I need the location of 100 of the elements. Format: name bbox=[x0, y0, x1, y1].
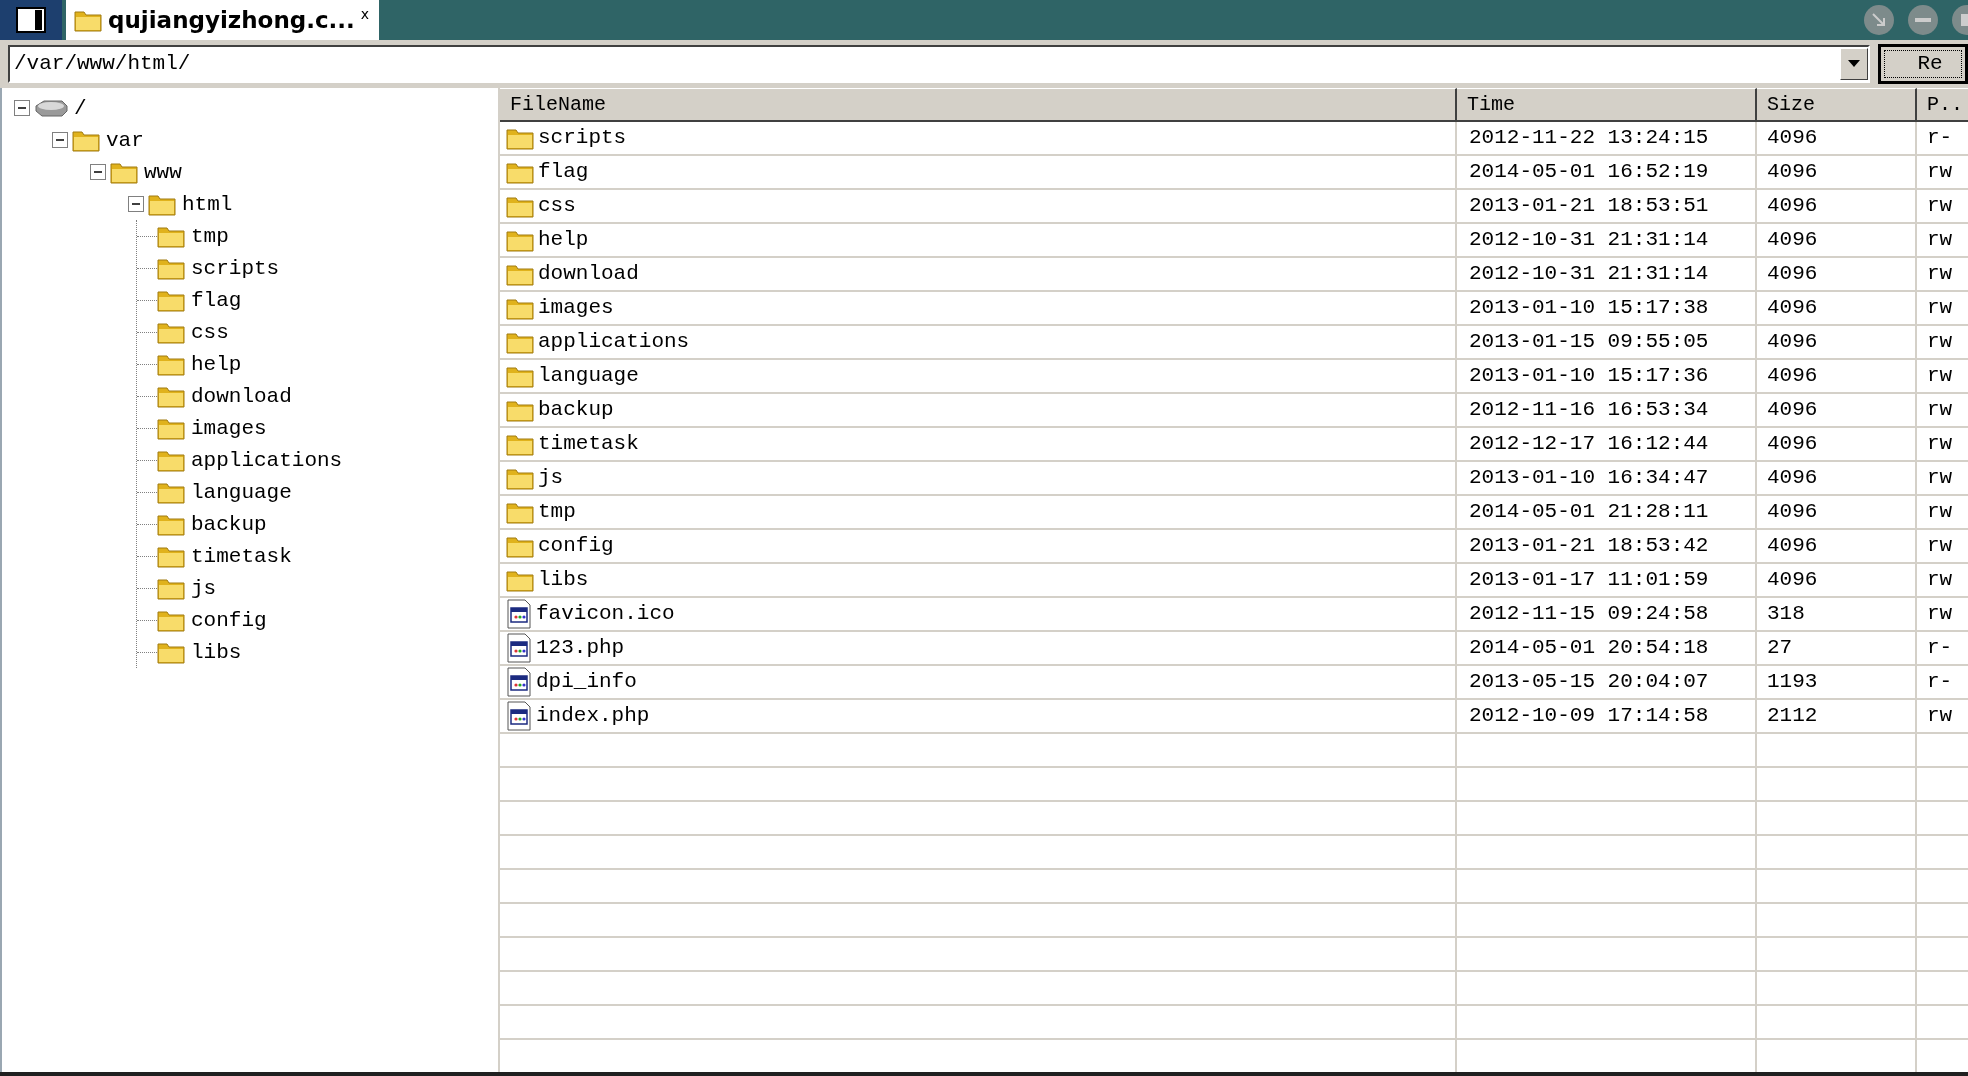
file-name[interactable]: timetask bbox=[538, 428, 639, 460]
time-cell-text: 2014-05-01 16:52:19 bbox=[1469, 159, 1709, 186]
file-name[interactable]: 123.php bbox=[536, 632, 625, 664]
folder-icon bbox=[72, 128, 100, 152]
column-header[interactable]: Size bbox=[1757, 88, 1917, 122]
folder-icon bbox=[157, 352, 185, 376]
file-name[interactable]: images bbox=[538, 292, 614, 324]
folder-icon bbox=[506, 194, 534, 218]
tree-item[interactable]: scripts bbox=[191, 257, 280, 279]
folder-icon bbox=[157, 608, 185, 632]
size-cell-text: 4096 bbox=[1767, 125, 1818, 152]
file-name[interactable]: scripts bbox=[538, 122, 627, 154]
column-header[interactable]: FileName bbox=[500, 88, 1457, 122]
path-value: /var/www/html/ bbox=[13, 51, 192, 78]
panel-toggle-button[interactable] bbox=[0, 0, 62, 40]
time-cell-text: 2013-01-15 09:55:05 bbox=[1469, 329, 1709, 356]
permission-cell-text: rw bbox=[1927, 193, 1953, 220]
size-cell-text: 318 bbox=[1767, 601, 1805, 628]
column-header[interactable]: Time bbox=[1457, 88, 1757, 122]
time-cell-text: 2013-01-17 11:01:59 bbox=[1469, 567, 1709, 594]
time-cell-text: 2012-11-22 13:24:15 bbox=[1469, 125, 1709, 152]
tab[interactable]: qujiangyizhong.c... x bbox=[66, 0, 380, 40]
refresh-button[interactable]: Re bbox=[1878, 44, 1968, 84]
file-name[interactable]: index.php bbox=[536, 700, 650, 732]
permission-cell-text: r- bbox=[1927, 669, 1953, 696]
folder-icon bbox=[506, 534, 534, 558]
minus-icon bbox=[1915, 18, 1931, 22]
time-cell-text: 2014-05-01 20:54:18 bbox=[1469, 635, 1709, 662]
folder-icon bbox=[157, 224, 185, 248]
tree-item[interactable]: language bbox=[191, 481, 292, 503]
folder-icon bbox=[506, 398, 534, 422]
tree-item[interactable]: css bbox=[191, 321, 229, 343]
file-name[interactable]: css bbox=[538, 190, 576, 222]
file-name[interactable]: tmp bbox=[538, 496, 576, 528]
folder-icon bbox=[157, 544, 185, 568]
dropdown-button[interactable] bbox=[1840, 48, 1869, 80]
column-header[interactable]: P.. bbox=[1917, 88, 1968, 122]
file-name[interactable]: js bbox=[538, 462, 564, 494]
size-cell-text: 4096 bbox=[1767, 159, 1818, 186]
time-cell-text: 2014-05-01 21:28:11 bbox=[1469, 499, 1709, 526]
arrow-icon bbox=[1871, 12, 1887, 28]
file-name[interactable]: favicon.ico bbox=[536, 598, 675, 630]
restore-button[interactable] bbox=[1864, 5, 1894, 35]
file-name[interactable]: dpi_info bbox=[536, 666, 637, 698]
tree-item[interactable]: tmp bbox=[191, 225, 229, 247]
permission-cell-text: rw bbox=[1927, 499, 1953, 526]
permission-cell-text: rw bbox=[1927, 227, 1953, 254]
expand-toggle[interactable] bbox=[52, 132, 68, 148]
drive-icon bbox=[34, 98, 68, 118]
tree-item[interactable]: images bbox=[191, 417, 267, 439]
tree-item[interactable]: html bbox=[182, 193, 233, 215]
tree-item[interactable]: / bbox=[74, 97, 87, 119]
file-name[interactable]: config bbox=[538, 530, 614, 562]
time-cell-text: 2012-10-31 21:31:14 bbox=[1469, 261, 1709, 288]
tree-item[interactable]: help bbox=[191, 353, 242, 375]
panel-icon bbox=[16, 7, 46, 33]
tree-item[interactable]: download bbox=[191, 385, 292, 407]
permission-cell-text: r- bbox=[1927, 125, 1953, 152]
tree-item[interactable]: www bbox=[144, 161, 182, 183]
size-cell-text: 4096 bbox=[1767, 227, 1818, 254]
time-cell-text: 2013-01-10 15:17:36 bbox=[1469, 363, 1709, 390]
expand-toggle[interactable] bbox=[14, 100, 30, 116]
folder-icon bbox=[506, 500, 534, 524]
tree-item[interactable]: js bbox=[191, 577, 217, 599]
folder-icon bbox=[506, 126, 534, 150]
size-cell-text: 4096 bbox=[1767, 329, 1818, 356]
close-button[interactable]: x bbox=[360, 4, 370, 25]
tree-item[interactable]: libs bbox=[191, 641, 242, 663]
size-cell-text: 4096 bbox=[1767, 363, 1818, 390]
time-cell-text: 2012-10-09 17:14:58 bbox=[1469, 703, 1709, 730]
size-cell-text: 1193 bbox=[1767, 669, 1818, 696]
tree-item[interactable]: flag bbox=[191, 289, 242, 311]
tree-item[interactable]: applications bbox=[191, 449, 343, 471]
folder-icon bbox=[157, 480, 185, 504]
tree-item[interactable]: var bbox=[106, 129, 144, 151]
tree-item[interactable]: timetask bbox=[191, 545, 292, 567]
time-cell-text: 2012-11-15 09:24:58 bbox=[1469, 601, 1709, 628]
folder-icon bbox=[157, 320, 185, 344]
minimize-button[interactable] bbox=[1908, 5, 1938, 35]
tree-item[interactable]: backup bbox=[191, 513, 267, 535]
expand-toggle[interactable] bbox=[128, 196, 144, 212]
file-name[interactable]: download bbox=[538, 258, 639, 290]
size-cell-text: 27 bbox=[1767, 635, 1793, 662]
time-cell-text: 2013-05-15 20:04:07 bbox=[1469, 669, 1709, 696]
file-name[interactable]: flag bbox=[538, 156, 589, 188]
folder-icon bbox=[506, 262, 534, 286]
file-name[interactable]: applications bbox=[538, 326, 690, 358]
time-cell-text: 2013-01-21 18:53:51 bbox=[1469, 193, 1709, 220]
file-name[interactable]: language bbox=[538, 360, 639, 392]
expand-toggle[interactable] bbox=[90, 164, 106, 180]
folder-icon bbox=[157, 416, 185, 440]
permission-cell-text: rw bbox=[1927, 261, 1953, 288]
folder-icon bbox=[157, 384, 185, 408]
folder-icon bbox=[157, 640, 185, 664]
path-field[interactable]: /var/www/html/ bbox=[8, 45, 1871, 83]
folder-icon bbox=[506, 466, 534, 490]
file-name[interactable]: backup bbox=[538, 394, 614, 426]
tree-item[interactable]: config bbox=[191, 609, 267, 631]
file-name[interactable]: libs bbox=[538, 564, 589, 596]
file-name[interactable]: help bbox=[538, 224, 589, 256]
